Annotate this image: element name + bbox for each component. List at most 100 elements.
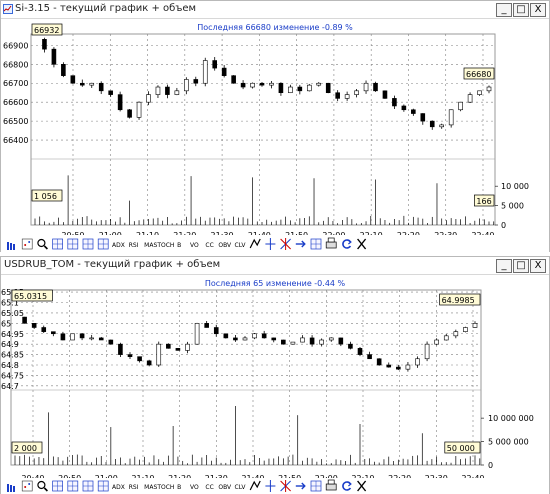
refresh-icon[interactable] bbox=[342, 481, 352, 491]
candle-body bbox=[250, 82, 255, 88]
candle-body bbox=[79, 82, 85, 86]
fibonacci-icon[interactable] bbox=[249, 238, 261, 249]
fibonacci-icon[interactable] bbox=[249, 480, 261, 491]
close-window-button[interactable]: X bbox=[530, 3, 546, 17]
ma-icon[interactable] bbox=[82, 480, 94, 492]
time-tick-label: 21:20 bbox=[173, 231, 196, 235]
crosshair-icon[interactable] bbox=[265, 238, 276, 250]
price-tick-label: 64.85 bbox=[1, 351, 24, 360]
candle-body bbox=[467, 94, 473, 103]
toolbar-indicator-button[interactable]: OBV bbox=[218, 242, 232, 249]
toolbar-indicator-button[interactable]: VO bbox=[190, 484, 199, 491]
toolbar-indicator-button[interactable]: CC bbox=[205, 242, 213, 249]
volume-left-label: 2 000 bbox=[14, 444, 37, 453]
window-title: Si-3.15 - текущий график + объем bbox=[15, 3, 197, 14]
price-tick-label: 64.95 bbox=[1, 330, 24, 339]
grid-table-icon[interactable] bbox=[52, 480, 63, 492]
volume-icon[interactable] bbox=[97, 238, 109, 250]
export-icon[interactable] bbox=[310, 238, 322, 250]
toolbar-indicator-button[interactable]: VO bbox=[190, 242, 199, 249]
candle-body bbox=[98, 82, 104, 92]
candle-body bbox=[175, 348, 181, 351]
candle-body bbox=[136, 101, 142, 118]
toolbar-indicator-label: STOCH bbox=[154, 242, 175, 249]
candle-body bbox=[309, 337, 315, 345]
toolbar-indicator-button[interactable]: B bbox=[177, 242, 181, 249]
candle-body bbox=[363, 82, 369, 92]
candle-body bbox=[185, 343, 190, 351]
candle-body bbox=[420, 113, 426, 122]
toolbar-indicator-button[interactable]: STOCH bbox=[154, 242, 175, 249]
scatter-icon[interactable] bbox=[21, 480, 33, 492]
price-volume-chart[interactable]: Последняя 65 изменение -0.44 %20:40 20:50… bbox=[1, 275, 549, 479]
volume-tick-label: 5 000 000 bbox=[488, 438, 529, 447]
time-tick-label: 21:10 bbox=[136, 231, 159, 235]
toolbar-indicator-button[interactable]: RSI bbox=[129, 484, 139, 491]
toolbar-indicator-label: RSI bbox=[129, 242, 139, 249]
candle-body bbox=[472, 323, 478, 328]
chart-window-si[interactable]: Si-3.15 - текущий график + объем _ □ X П… bbox=[0, 0, 550, 252]
toolbar-indicator-label: RSI bbox=[129, 484, 139, 491]
window-titlebar[interactable]: USDRUB_TOM - текущий график + объем _ □ … bbox=[1, 257, 549, 275]
candle-body bbox=[252, 333, 257, 339]
refresh-icon[interactable] bbox=[342, 239, 352, 249]
minimize-button[interactable]: _ bbox=[496, 259, 512, 273]
print-icon[interactable] bbox=[325, 237, 337, 249]
candle-body bbox=[325, 82, 331, 94]
maximize-button[interactable]: □ bbox=[513, 3, 529, 17]
candle-body bbox=[348, 343, 353, 349]
toolbar-indicator-label: ADX bbox=[112, 242, 125, 249]
toolbar-icons: ADX RSI MA STOCH B VO CC OBV CLV bbox=[7, 479, 367, 492]
candle-body bbox=[261, 333, 267, 339]
close-icon[interactable] bbox=[357, 238, 367, 250]
scatter-icon[interactable] bbox=[21, 238, 33, 250]
chart-window-usdrub[interactable]: USDRUB_TOM - текущий график + объем _ □ … bbox=[0, 256, 550, 494]
candle-body bbox=[223, 333, 229, 339]
candle-body bbox=[146, 94, 151, 103]
toolbar-indicator-label: STOCH bbox=[154, 484, 175, 491]
toolbar-indicator-button[interactable]: STOCH bbox=[154, 484, 175, 491]
export-icon[interactable] bbox=[310, 480, 322, 492]
window-titlebar[interactable]: Si-3.15 - текущий график + объем _ □ X bbox=[1, 1, 549, 19]
zoom-icon[interactable] bbox=[37, 480, 48, 492]
volume-icon[interactable] bbox=[97, 480, 109, 492]
time-tick-label: 22:30 bbox=[434, 231, 457, 235]
toolbar-indicator-button[interactable]: OBV bbox=[218, 484, 232, 491]
line-tool-icon[interactable] bbox=[67, 480, 79, 492]
time-tick-label: 20:50 bbox=[61, 231, 84, 235]
candle-body bbox=[42, 39, 47, 50]
toolbar-indicator-button[interactable]: CC bbox=[205, 484, 213, 491]
window-title: USDRUB_TOM - текущий график + объем bbox=[4, 259, 221, 270]
candle-body bbox=[193, 79, 199, 84]
grid-table-icon[interactable] bbox=[52, 238, 63, 250]
maximize-button[interactable]: □ bbox=[513, 259, 529, 273]
toolbar-indicator-button[interactable]: CLV bbox=[235, 242, 247, 249]
bar-chart-icon[interactable] bbox=[7, 242, 15, 250]
toolbar-indicator-button[interactable]: ADX bbox=[112, 242, 125, 249]
candle-body bbox=[31, 323, 37, 328]
bar-chart-icon[interactable] bbox=[7, 484, 15, 492]
toolbar-indicator-button[interactable]: B bbox=[177, 484, 181, 491]
close-window-button[interactable]: X bbox=[530, 259, 546, 273]
toolbar-indicator-button[interactable]: RSI bbox=[129, 242, 139, 249]
zoom-icon[interactable] bbox=[37, 238, 48, 250]
minimize-button[interactable]: _ bbox=[496, 3, 512, 17]
star-icon[interactable] bbox=[280, 238, 291, 250]
toolbar-indicator-button[interactable]: CLV bbox=[235, 484, 247, 491]
arrow-right-icon[interactable] bbox=[295, 240, 306, 248]
crosshair-icon[interactable] bbox=[265, 480, 276, 492]
toolbar-indicator-button[interactable]: ADX bbox=[112, 484, 125, 491]
print-icon[interactable] bbox=[325, 479, 337, 491]
arrow-right-icon[interactable] bbox=[295, 482, 306, 490]
close-icon[interactable] bbox=[357, 480, 367, 492]
ma-icon[interactable] bbox=[82, 238, 94, 250]
candle-body bbox=[60, 333, 66, 341]
toolbar-indicator-label: B bbox=[177, 484, 181, 491]
star-icon[interactable] bbox=[280, 480, 291, 492]
price-volume-chart[interactable]: Последняя 66680 изменение -0.89 % 20:50 21… bbox=[1, 19, 549, 235]
price-tick-label: 64.7 bbox=[1, 382, 19, 391]
line-tool-icon[interactable] bbox=[67, 238, 79, 250]
candle-body bbox=[41, 327, 47, 332]
plot-frame bbox=[30, 33, 496, 226]
candle-body bbox=[137, 356, 142, 362]
